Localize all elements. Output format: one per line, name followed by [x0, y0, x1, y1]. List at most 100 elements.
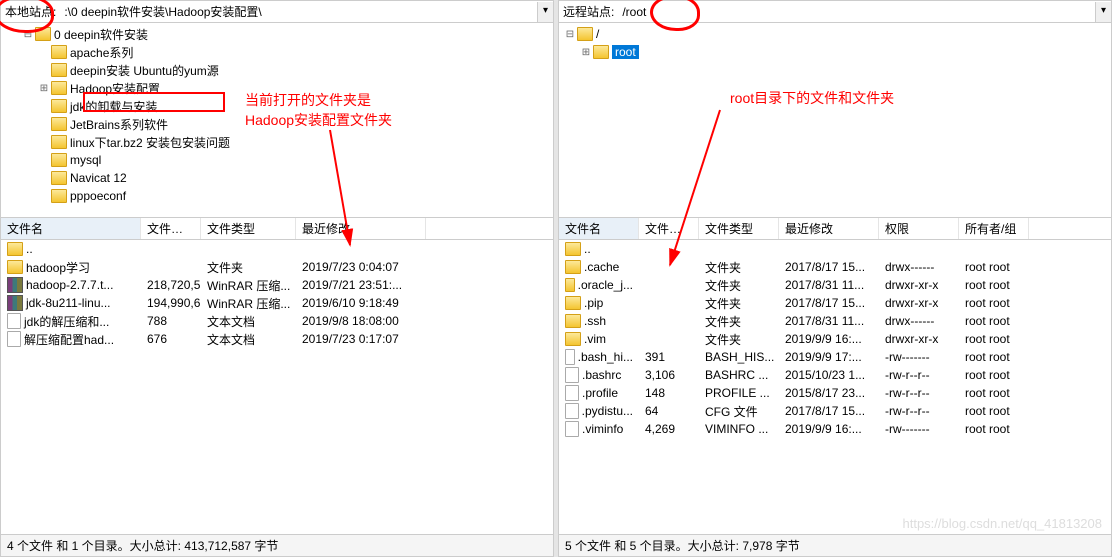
file-date: 2019/9/9 17:... — [779, 349, 879, 365]
remote-file-list[interactable]: ...cache文件夹2017/8/17 15...drwx------root… — [559, 240, 1111, 534]
list-item[interactable]: .. — [1, 240, 553, 258]
tree-item[interactable]: Navicat 12 — [3, 169, 551, 187]
tree-item[interactable]: ⊟/ — [561, 25, 1109, 43]
list-item[interactable]: 解压缩配置had...676文本文档2019/7/23 0:17:07 — [1, 330, 553, 348]
file-icon — [7, 331, 21, 347]
folder-icon — [565, 278, 575, 292]
folder-icon — [51, 189, 67, 203]
folder-icon — [7, 242, 23, 256]
tree-item[interactable]: mysql — [3, 151, 551, 169]
tree-label: JetBrains系列软件 — [70, 116, 168, 133]
file-type: 文件夹 — [699, 330, 779, 349]
file-size — [639, 248, 699, 250]
file-owner — [959, 248, 1029, 250]
file-owner: root root — [959, 385, 1029, 401]
folder-icon — [565, 296, 581, 310]
col-header-name[interactable]: 文件名 — [559, 218, 639, 239]
tree-toggle-icon[interactable]: ⊟ — [21, 29, 35, 40]
file-owner: root root — [959, 331, 1029, 347]
file-perm: drwx------ — [879, 259, 959, 275]
file-type: WinRAR 压缩... — [201, 276, 296, 295]
remote-path-dropdown[interactable]: ▾ — [1095, 2, 1111, 22]
local-path-dropdown[interactable]: ▾ — [537, 2, 553, 22]
tree-toggle-icon[interactable]: ⊟ — [563, 29, 577, 40]
list-item[interactable]: .ssh文件夹2017/8/31 11...drwx------root roo… — [559, 312, 1111, 330]
file-date: 2019/6/10 9:18:49 — [296, 295, 426, 311]
list-item[interactable]: .bash_hi...391BASH_HIS...2019/9/9 17:...… — [559, 348, 1111, 366]
list-item[interactable]: .viminfo4,269VIMINFO ...2019/9/9 16:...-… — [559, 420, 1111, 438]
file-size: 391 — [639, 349, 699, 365]
tree-item[interactable]: pppoeconf — [3, 187, 551, 205]
col-header-name[interactable]: 文件名 — [1, 218, 141, 239]
col-header-type[interactable]: 文件类型 — [201, 218, 296, 239]
tree-label: deepin安装 Ubuntu的yum源 — [70, 62, 219, 79]
file-date: 2019/7/21 23:51:... — [296, 277, 426, 293]
col-header-size[interactable]: 文件大小 — [141, 218, 201, 239]
file-type: BASHRC ... — [699, 367, 779, 383]
folder-icon — [565, 314, 581, 328]
folder-icon — [577, 27, 593, 41]
col-header-owner[interactable]: 所有者/组 — [959, 218, 1029, 239]
list-item[interactable]: .profile148PROFILE ...2015/8/17 23...-rw… — [559, 384, 1111, 402]
list-item[interactable]: hadoop学习文件夹2019/7/23 0:04:07 — [1, 258, 553, 276]
remote-path-bar: 远程站点: ▾ — [559, 1, 1111, 23]
file-date — [779, 248, 879, 250]
col-header-perm[interactable]: 权限 — [879, 218, 959, 239]
col-header-size[interactable]: 文件大小 — [639, 218, 699, 239]
tree-label: linux下tar.bz2 安装包安装问题 — [70, 134, 230, 151]
local-path-input[interactable] — [60, 3, 537, 21]
tree-toggle-icon[interactable]: ⊞ — [37, 83, 51, 94]
list-item[interactable]: hadoop-2.7.7.t...218,720,5...WinRAR 压缩..… — [1, 276, 553, 294]
file-icon — [565, 421, 579, 437]
file-owner: root root — [959, 421, 1029, 437]
folder-icon — [51, 45, 67, 59]
list-item[interactable]: jdk-8u211-linu...194,990,6...WinRAR 压缩..… — [1, 294, 553, 312]
file-type — [201, 248, 296, 250]
remote-tree[interactable]: ⊟/⊞root — [559, 23, 1111, 218]
file-type: PROFILE ... — [699, 385, 779, 401]
file-type: VIMINFO ... — [699, 421, 779, 437]
tree-item[interactable]: deepin安装 Ubuntu的yum源 — [3, 61, 551, 79]
tree-label: Navicat 12 — [70, 171, 127, 185]
list-item[interactable]: .. — [559, 240, 1111, 258]
list-item[interactable]: .vim文件夹2019/9/9 16:...drwxr-xr-xroot roo… — [559, 330, 1111, 348]
tree-label: 0 deepin软件安装 — [54, 26, 148, 43]
remote-path-input[interactable] — [618, 3, 1095, 21]
col-header-type[interactable]: 文件类型 — [699, 218, 779, 239]
file-name: .profile — [582, 386, 618, 400]
tree-toggle-icon[interactable]: ⊞ — [579, 47, 593, 58]
file-owner: root root — [959, 259, 1029, 275]
file-name: jdk-8u211-linu... — [26, 296, 111, 310]
list-item[interactable]: .pydistu...64CFG 文件2017/8/17 15...-rw-r-… — [559, 402, 1111, 420]
list-item[interactable]: jdk的解压缩和...788文本文档2019/9/8 18:08:00 — [1, 312, 553, 330]
local-status-bar: 4 个文件 和 1 个目录。大小总计: 413,712,587 字节 — [1, 534, 553, 556]
local-file-list[interactable]: ..hadoop学习文件夹2019/7/23 0:04:07hadoop-2.7… — [1, 240, 553, 534]
col-header-date[interactable]: 最近修改 — [779, 218, 879, 239]
folder-icon — [51, 99, 67, 113]
local-tree[interactable]: ⊟ 0 deepin软件安装apache系列deepin安装 Ubuntu的yum… — [1, 23, 553, 218]
tree-item[interactable]: ⊞Hadoop安装配置 — [3, 79, 551, 97]
list-item[interactable]: .cache文件夹2017/8/17 15...drwx------root r… — [559, 258, 1111, 276]
file-icon — [565, 349, 575, 365]
list-item[interactable]: .pip文件夹2017/8/17 15...drwxr-xr-xroot roo… — [559, 294, 1111, 312]
file-owner: root root — [959, 313, 1029, 329]
tree-item[interactable]: ⊟ 0 deepin软件安装 — [3, 25, 551, 43]
tree-item[interactable]: apache系列 — [3, 43, 551, 61]
col-header-date[interactable]: 最近修改 — [296, 218, 426, 239]
file-perm: drwxr-xr-x — [879, 331, 959, 347]
file-name: .pydistu... — [582, 404, 633, 418]
file-name: .bashrc — [582, 368, 621, 382]
tree-label: mysql — [70, 153, 101, 167]
tree-item[interactable]: JetBrains系列软件 — [3, 115, 551, 133]
file-perm: drwx------ — [879, 313, 959, 329]
file-type: 文件夹 — [699, 312, 779, 331]
file-type: 文本文档 — [201, 330, 296, 349]
remote-status-bar: 5 个文件 和 5 个目录。大小总计: 7,978 字节 — [559, 534, 1111, 556]
tree-item[interactable]: jdk的卸载与安装 — [3, 97, 551, 115]
file-size — [141, 248, 201, 250]
file-icon — [7, 313, 21, 329]
list-item[interactable]: .bashrc3,106BASHRC ...2015/10/23 1...-rw… — [559, 366, 1111, 384]
list-item[interactable]: .oracle_j...文件夹2017/8/31 11...drwxr-xr-x… — [559, 276, 1111, 294]
tree-item[interactable]: linux下tar.bz2 安装包安装问题 — [3, 133, 551, 151]
tree-item[interactable]: ⊞root — [561, 43, 1109, 61]
